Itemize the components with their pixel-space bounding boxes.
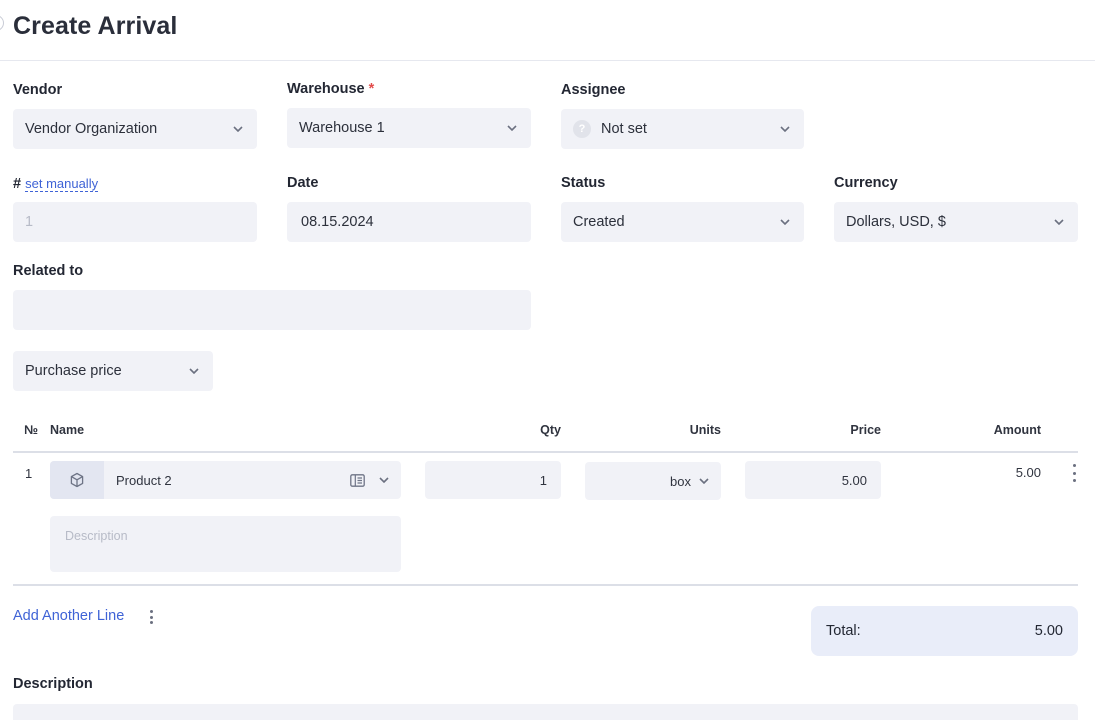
total-value: 5.00 [1034,623,1063,639]
currency-select[interactable]: Dollars, USD, $ [834,202,1078,242]
price-value: 5.00 [841,472,867,488]
required-mark: * [368,81,375,97]
chevron-down-icon [699,478,709,484]
assignee-label: Assignee [561,82,626,98]
add-line-kebab-icon[interactable] [146,610,156,624]
chevron-down-icon [778,122,792,136]
set-manually-link[interactable]: set manually [25,176,99,192]
description-input[interactable] [13,704,1078,720]
row-description-input[interactable]: Description [50,516,401,572]
total-label: Total: [826,623,861,639]
chevron-down-icon [231,122,245,136]
warehouse-value: Warehouse 1 [299,120,385,136]
col-qty: Qty [540,423,561,437]
qty-value: 1 [539,472,547,488]
chevron-down-icon [778,215,792,229]
warehouse-select[interactable]: Warehouse 1 [287,108,531,148]
number-value: 1 [25,214,34,230]
table-bottom-divider [13,584,1078,586]
vendor-value: Vendor Organization [25,121,158,137]
table-header-divider [13,451,1078,453]
warehouse-label: Warehouse * [287,81,374,97]
product-select[interactable]: Product 2 [50,461,401,499]
col-no: № [24,423,38,437]
chevron-down-icon [187,364,201,378]
chevron-down-icon [505,121,519,135]
row-number: 1 [25,466,33,481]
status-select[interactable]: Created [561,202,804,242]
date-value: 08.15.2024 [301,214,374,230]
status-label: Status [561,175,606,191]
qty-input[interactable]: 1 [425,461,561,499]
price-type-select[interactable]: Purchase price [13,351,213,391]
vendor-select[interactable]: Vendor Organization [13,109,257,149]
amount-value: 5.00 [1015,465,1041,480]
related-label: Related to [13,263,84,279]
col-units: Units [689,423,721,437]
number-label-text: # [13,176,22,192]
currency-value: Dollars, USD, $ [846,214,946,230]
status-value: Created [573,214,625,230]
currency-label: Currency [834,175,898,191]
date-input[interactable]: 08.15.2024 [287,202,531,242]
number-label: # set manually [13,176,99,192]
related-input[interactable] [13,290,531,330]
row-kebab-icon[interactable] [1069,464,1079,482]
warehouse-label-text: Warehouse [287,81,365,97]
question-icon: ? [573,120,591,138]
page-header: Create Arrival [0,0,1095,61]
date-label: Date [287,175,319,191]
box-icon [50,461,104,499]
chevron-down-icon [1052,215,1066,229]
number-input[interactable]: 1 [13,202,257,242]
chevron-down-icon[interactable] [379,477,389,483]
description-label: Description [13,676,93,692]
product-name: Product 2 [116,472,172,488]
back-circle-icon[interactable] [0,15,4,31]
assignee-select[interactable]: ? Not set [561,109,804,149]
vendor-label: Vendor [13,82,63,98]
price-type-value: Purchase price [25,363,122,379]
catalog-icon[interactable] [350,473,365,487]
total-box: Total: 5.00 [811,606,1078,656]
col-name: Name [50,423,85,437]
units-select[interactable]: box [585,462,721,500]
page-title: Create Arrival [13,12,178,40]
units-value: box [670,473,691,489]
col-amount: Amount [993,423,1041,437]
add-another-line-link[interactable]: Add Another Line [13,608,124,624]
col-price: Price [850,423,881,437]
row-description-placeholder: Description [65,529,128,543]
assignee-value: Not set [601,121,647,137]
price-input[interactable]: 5.00 [745,461,881,499]
